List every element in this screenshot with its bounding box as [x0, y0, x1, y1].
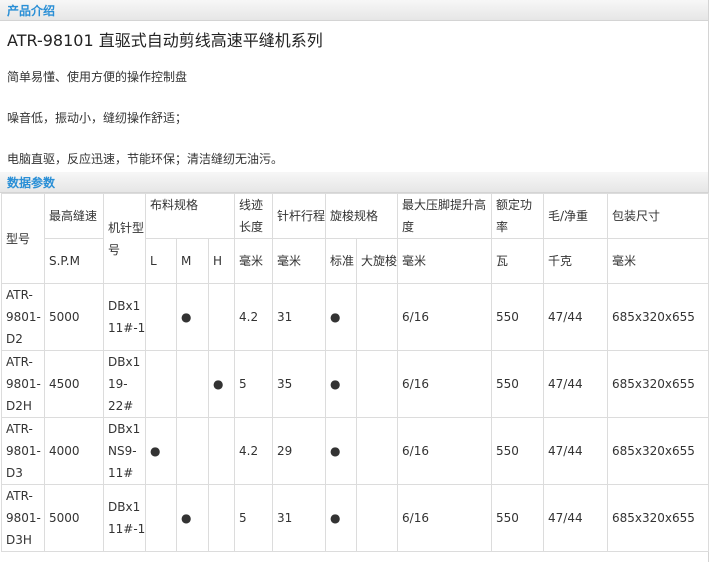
header-needle: 机针型号 [103, 193, 146, 284]
cell-pack: 685x320x655 [607, 484, 710, 552]
header-spm: S.P.M [44, 238, 104, 284]
cell-speed: 4500 [44, 350, 104, 418]
table-row: ATR-9801-D3H 5000 DBx1 11#-18# ● 5 31 ● … [1, 484, 710, 552]
cell-fabric-h [208, 417, 235, 485]
header-hook: 旋梭规格 [324, 193, 399, 239]
cell-hook-big [355, 283, 399, 351]
cell-weight: 47/44 [543, 350, 609, 418]
cell-fabric-l [145, 484, 177, 552]
header-lift-unit: 毫米 [397, 238, 493, 284]
header-hook-std: 标准 [325, 238, 357, 284]
cell-needle: DBx1 11#-18# [103, 484, 146, 552]
cell-fabric-m [176, 350, 209, 418]
cell-fabric-h [208, 484, 235, 552]
header-pack: 包装尺寸 [607, 193, 710, 239]
header-power-unit: 瓦 [491, 238, 545, 284]
cell-power: 550 [491, 350, 545, 418]
cell-fabric-m: ● [176, 283, 209, 351]
cell-fabric-m [176, 417, 209, 485]
header-power: 额定功率 [491, 193, 545, 239]
intro-line-3: 电脑直驱，反应迅速，节能环保；清洁缝纫无油污。 [7, 152, 284, 166]
cell-fabric-h: ● [208, 350, 235, 418]
cell-hook-std: ● [325, 350, 357, 418]
spec-table: 型号 最高缝速 机针型号 布料规格 线迹长度 针杆行程 旋梭规格 最大压脚提升高… [1, 193, 710, 552]
cell-weight: 47/44 [543, 417, 609, 485]
cell-stitch: 5 [234, 350, 273, 418]
cell-power: 550 [491, 283, 545, 351]
cell-lift: 6/16 [397, 417, 493, 485]
cell-bar: 29 [272, 417, 326, 485]
cell-pack: 685x320x655 [607, 283, 710, 351]
cell-fabric-l: ● [145, 417, 177, 485]
cell-model: ATR-9801-D2H [1, 350, 45, 418]
cell-hook-big [355, 417, 399, 485]
header-model: 型号 [1, 193, 45, 284]
section-header-product-intro: 产品介绍 [0, 0, 708, 21]
cell-stitch: 4.2 [234, 283, 273, 351]
header-max-speed: 最高缝速 [44, 193, 104, 239]
cell-hook-std: ● [325, 484, 357, 552]
header-pack-unit: 毫米 [607, 238, 710, 284]
cell-power: 550 [491, 417, 545, 485]
cell-fabric-l [145, 350, 177, 418]
cell-stitch: 5 [234, 484, 273, 552]
cell-speed: 4000 [44, 417, 104, 485]
cell-hook-big [355, 484, 399, 552]
cell-model: ATR-9801-D3H [1, 484, 45, 552]
product-title: ATR-98101 直驱式自动剪线高速平缝机系列 [7, 31, 323, 50]
cell-hook-std: ● [325, 417, 357, 485]
header-bar-unit: 毫米 [272, 238, 326, 284]
cell-bar: 35 [272, 350, 326, 418]
header-stitch-unit: 毫米 [234, 238, 273, 284]
table-row: ATR-9801-D2H 4500 DBx1 19-22# ● 5 35 ● 6… [1, 350, 710, 418]
intro-line-2: 噪音低，振动小，缝纫操作舒适； [7, 111, 188, 125]
cell-stitch: 4.2 [234, 417, 273, 485]
header-fabric: 布料规格 [145, 193, 235, 239]
header-fabric-l: L [145, 238, 177, 284]
cell-bar: 31 [272, 283, 326, 351]
header-fabric-h: H [208, 238, 235, 284]
section-title: 数据参数 [7, 176, 56, 190]
header-weight-unit: 千克 [543, 238, 609, 284]
table-header-row-1: 型号 最高缝速 机针型号 布料规格 线迹长度 针杆行程 旋梭规格 最大压脚提升高… [1, 193, 710, 284]
intro-line-1: 简单易懂、使用方便的操作控制盘 [7, 70, 188, 84]
cell-pack: 685x320x655 [607, 350, 710, 418]
header-hook-big: 大旋梭 [355, 238, 399, 284]
table-row: ATR-9801-D2 5000 DBx1 11#-18# ● 4.2 31 ●… [1, 283, 710, 351]
cell-lift: 6/16 [397, 350, 493, 418]
cell-needle: DBx1 NS9-11# [103, 417, 146, 485]
cell-power: 550 [491, 484, 545, 552]
cell-speed: 5000 [44, 283, 104, 351]
cell-model: ATR-9801-D3 [1, 417, 45, 485]
header-fabric-m: M [176, 238, 209, 284]
cell-fabric-l [145, 283, 177, 351]
cell-lift: 6/16 [397, 283, 493, 351]
section-header-data-params: 数据参数 [0, 172, 708, 193]
cell-needle: DBx1 19-22# [103, 350, 146, 418]
cell-speed: 5000 [44, 484, 104, 552]
header-weight: 毛/净重 [543, 193, 609, 239]
section-title: 产品介绍 [7, 4, 56, 18]
cell-hook-big [355, 350, 399, 418]
header-lift: 最大压脚提升高度 [397, 193, 493, 239]
header-stitch: 线迹长度 [234, 193, 273, 239]
cell-fabric-m: ● [176, 484, 209, 552]
cell-bar: 31 [272, 484, 326, 552]
cell-weight: 47/44 [543, 484, 609, 552]
cell-hook-std: ● [325, 283, 357, 351]
cell-model: ATR-9801-D2 [1, 283, 45, 351]
cell-needle: DBx1 11#-18# [103, 283, 146, 351]
cell-weight: 47/44 [543, 283, 609, 351]
header-bar: 针杆行程 [272, 193, 326, 239]
cell-fabric-h [208, 283, 235, 351]
table-row: ATR-9801-D3 4000 DBx1 NS9-11# ● 4.2 29 ●… [1, 417, 710, 485]
cell-pack: 685x320x655 [607, 417, 710, 485]
cell-lift: 6/16 [397, 484, 493, 552]
